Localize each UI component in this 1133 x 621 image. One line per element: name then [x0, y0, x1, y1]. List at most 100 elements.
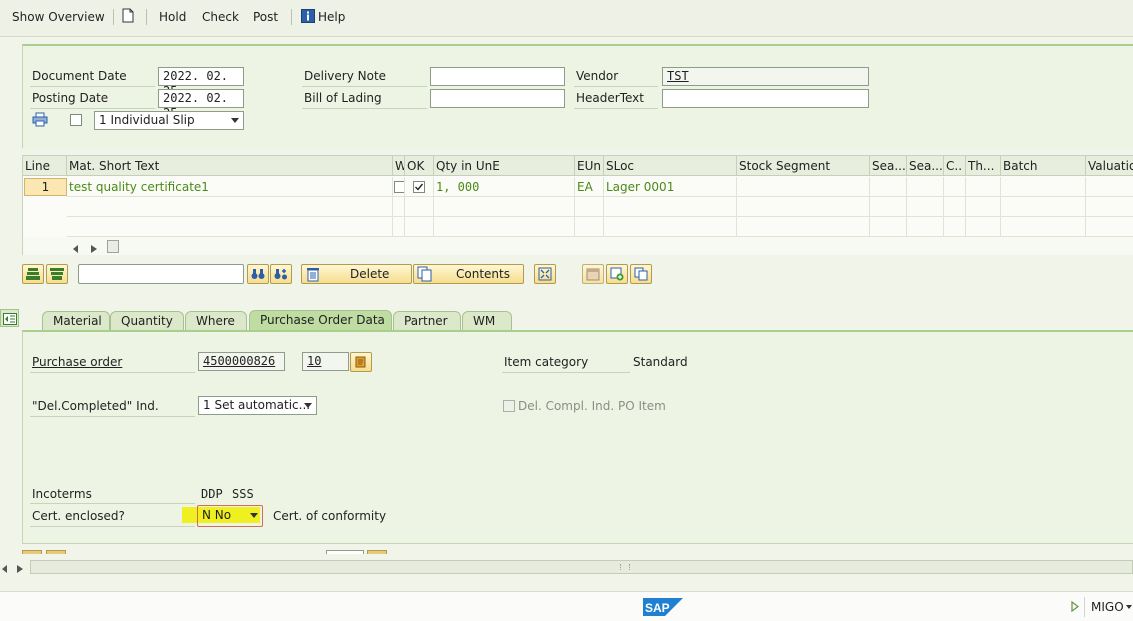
- new-document-icon[interactable]: [122, 8, 134, 26]
- row-w-checkbox[interactable]: [394, 181, 404, 193]
- find-next-button[interactable]: [270, 264, 292, 284]
- purchase-order-label[interactable]: Purchase order: [32, 355, 122, 369]
- expand-button[interactable]: [534, 264, 556, 284]
- item-search-input[interactable]: [78, 264, 244, 284]
- chevron-down-icon: [250, 513, 258, 518]
- tab-wm[interactable]: WM: [462, 311, 512, 330]
- help-icon[interactable]: [301, 9, 315, 26]
- table-scroll-thumb[interactable]: [107, 240, 119, 253]
- page-scroll-right-icon[interactable]: [17, 562, 23, 576]
- column-header-qty[interactable]: Qty in UnE: [434, 156, 575, 176]
- help-button[interactable]: Help: [318, 10, 345, 24]
- vendor-label: Vendor: [576, 69, 619, 83]
- printer-icon[interactable]: [32, 112, 48, 130]
- posting-date-field[interactable]: 2022. 02. 25: [158, 89, 244, 120]
- chevron-down-icon: [231, 118, 239, 123]
- del-compl-po-item-checkbox[interactable]: [503, 400, 515, 412]
- horizontal-scrollbar[interactable]: [30, 560, 1133, 574]
- row-line-number[interactable]: 1: [24, 178, 67, 196]
- layout-button[interactable]: [582, 264, 604, 284]
- hold-button[interactable]: Hold: [159, 10, 186, 24]
- post-button[interactable]: Post: [253, 10, 278, 24]
- column-header-mat-short-text[interactable]: Mat. Short Text: [67, 156, 393, 176]
- delivery-note-field[interactable]: [430, 67, 565, 86]
- page-scroll-left-icon[interactable]: [2, 562, 8, 576]
- contents-button[interactable]: Contents: [413, 264, 524, 284]
- row-batch[interactable]: [1001, 177, 1086, 197]
- column-header-w[interactable]: W: [393, 156, 405, 176]
- column-header-stock-segment[interactable]: Stock Segment: [737, 156, 870, 176]
- row-sloc[interactable]: Lager 0001: [604, 177, 737, 197]
- column-header-sea-2[interactable]: Sea...: [907, 156, 944, 176]
- row-eun[interactable]: EA: [575, 177, 604, 197]
- tab-quantity[interactable]: Quantity: [110, 311, 184, 330]
- purchase-order-field[interactable]: 4500000826: [198, 352, 285, 371]
- show-overview-button[interactable]: Show Overview: [12, 10, 105, 24]
- label-underline: [30, 108, 155, 109]
- delete-button[interactable]: Delete: [301, 264, 412, 284]
- row-sea-2[interactable]: [907, 177, 944, 197]
- transaction-code[interactable]: MIGO: [1091, 600, 1124, 614]
- row-stock-segment[interactable]: [737, 177, 870, 197]
- label-underline: [502, 372, 630, 373]
- display-po-button[interactable]: [350, 352, 372, 372]
- column-header-ok[interactable]: OK: [405, 156, 434, 176]
- empty-cell: [604, 217, 737, 237]
- column-header-th[interactable]: Th...: [966, 156, 1001, 176]
- del-completed-value: 1 Set automatic...: [203, 398, 311, 412]
- print-checkbox[interactable]: [70, 114, 82, 126]
- tab-where[interactable]: Where: [185, 311, 247, 330]
- row-ok-checkbox[interactable]: [413, 181, 425, 193]
- del-completed-select[interactable]: 1 Set automatic...: [198, 396, 317, 415]
- copy-item-button[interactable]: [630, 264, 652, 284]
- po-item-field[interactable]: 10: [302, 352, 349, 371]
- add-item-button[interactable]: [606, 264, 628, 284]
- incoterms-label: Incoterms: [32, 487, 92, 501]
- empty-cell: [1086, 197, 1133, 217]
- column-header-valuation[interactable]: Valuation: [1086, 156, 1133, 176]
- tab-material[interactable]: Material: [42, 311, 110, 330]
- row-qty[interactable]: 1, 000: [434, 177, 575, 197]
- select-all-icon: [26, 268, 40, 280]
- tab-partner[interactable]: Partner: [393, 311, 461, 330]
- row-mat-short-text[interactable]: test quality certificate1: [67, 177, 393, 197]
- scroll-left-icon[interactable]: [73, 242, 79, 255]
- select-all-button[interactable]: [22, 264, 44, 284]
- check-button[interactable]: Check: [202, 10, 239, 24]
- incoterms-value-2: SSS: [232, 487, 254, 501]
- tab-purchase-order-data[interactable]: Purchase Order Data: [249, 310, 392, 330]
- collapse-detail-icon[interactable]: [0, 309, 19, 327]
- delivery-note-label: Delivery Note: [304, 69, 387, 83]
- column-header-eun[interactable]: EUn: [575, 156, 604, 176]
- application-toolbar: Show Overview Hold Check Post Help: [0, 0, 1133, 37]
- column-header-c[interactable]: C..: [944, 156, 966, 176]
- empty-cell: [67, 197, 393, 217]
- label-underline: [574, 86, 658, 87]
- row-c[interactable]: [944, 177, 966, 197]
- transaction-dropdown-icon[interactable]: [1126, 605, 1132, 609]
- column-header-sea-1[interactable]: Sea...: [870, 156, 907, 176]
- find-button[interactable]: [247, 264, 269, 284]
- label-underline: [574, 108, 658, 109]
- empty-cell: [393, 217, 405, 237]
- column-header-line[interactable]: Line: [23, 156, 67, 176]
- posting-date-label: Posting Date: [32, 91, 109, 105]
- cert-enclosed-select[interactable]: N No: [197, 505, 263, 527]
- empty-cell: [575, 197, 604, 217]
- header-text-label: HeaderText: [576, 91, 644, 105]
- copy-item-icon: [634, 267, 648, 281]
- vendor-field[interactable]: TST: [662, 67, 869, 86]
- document-date-field[interactable]: 2022. 02. 25: [158, 67, 244, 98]
- row-th[interactable]: [966, 177, 1001, 197]
- bill-of-lading-field[interactable]: [430, 89, 565, 108]
- scroll-right-icon[interactable]: [91, 242, 97, 255]
- label-underline: [30, 86, 155, 87]
- slip-type-select[interactable]: 1 Individual Slip: [94, 111, 244, 130]
- play-icon[interactable]: [1071, 600, 1080, 615]
- column-header-batch[interactable]: Batch: [1001, 156, 1086, 176]
- deselect-all-button[interactable]: [46, 264, 68, 284]
- row-sea-1[interactable]: [870, 177, 907, 197]
- row-valuation[interactable]: [1086, 177, 1133, 197]
- column-header-sloc[interactable]: SLoc: [604, 156, 737, 176]
- header-text-field[interactable]: [662, 89, 869, 108]
